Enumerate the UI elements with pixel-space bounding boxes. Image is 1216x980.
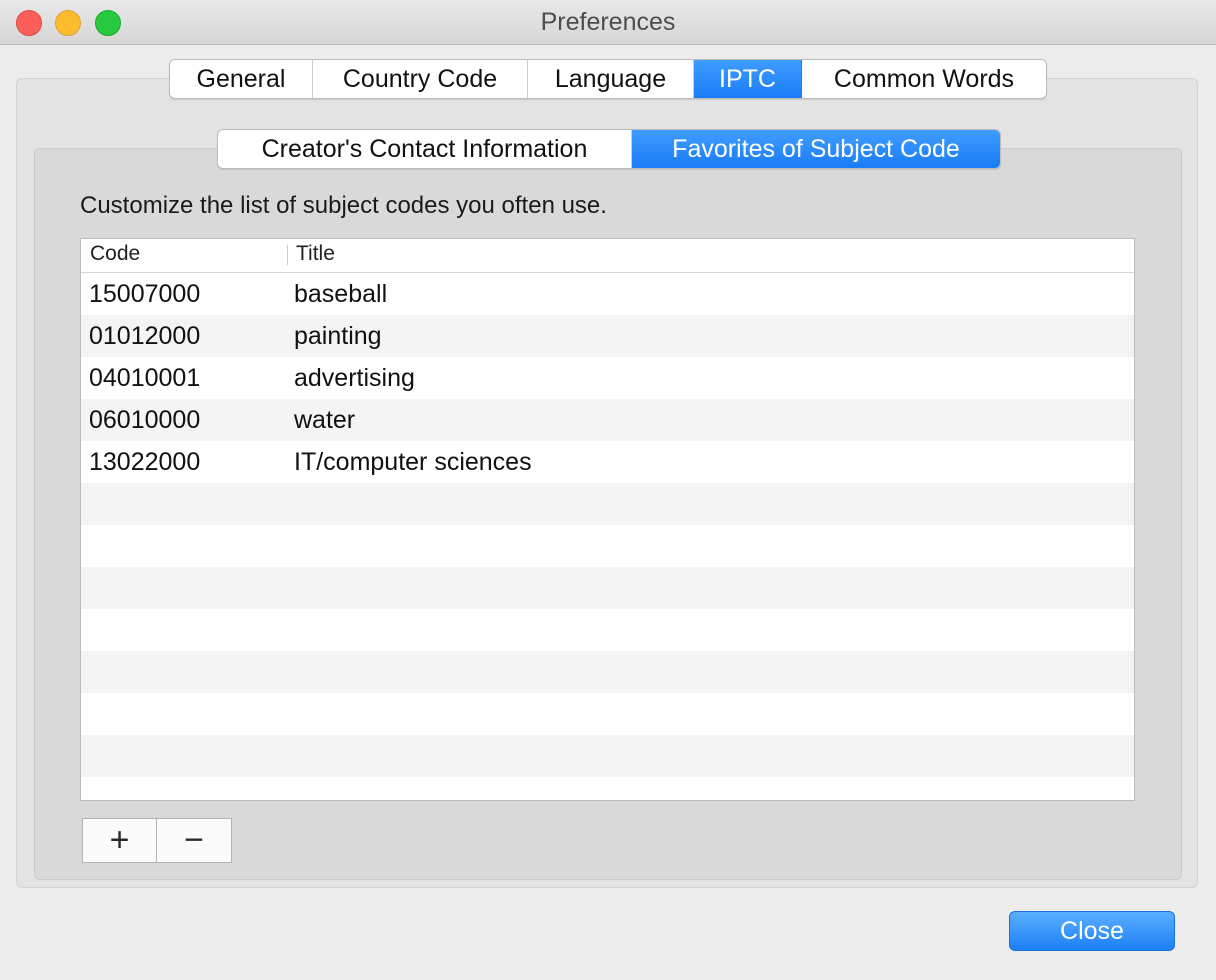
- tab-language[interactable]: Language: [528, 60, 694, 98]
- table-row[interactable]: 13022000 IT/computer sciences: [81, 441, 1134, 483]
- column-divider: [287, 245, 288, 265]
- column-header-title[interactable]: Title: [296, 242, 335, 266]
- table-row[interactable]: 06010000 water: [81, 399, 1134, 441]
- add-remove-control: + −: [82, 818, 232, 863]
- tab-creators-contact-information[interactable]: Creator's Contact Information: [218, 130, 632, 168]
- table-header: Code Title: [81, 239, 1134, 273]
- title-cell: baseball: [294, 280, 388, 308]
- instruction-text: Customize the list of subject codes you …: [80, 192, 607, 219]
- title-cell: IT/computer sciences: [294, 448, 532, 476]
- tab-country-code[interactable]: Country Code: [313, 60, 528, 98]
- empty-row: [81, 483, 1134, 525]
- code-cell: 01012000: [89, 322, 201, 350]
- sub-tab-bar: Creator's Contact Information Favorites …: [217, 129, 1001, 169]
- empty-row: [81, 609, 1134, 651]
- table-row[interactable]: 04010001 advertising: [81, 357, 1134, 399]
- column-header-code[interactable]: Code: [90, 242, 140, 266]
- empty-row: [81, 651, 1134, 693]
- table-row[interactable]: 01012000 painting: [81, 315, 1134, 357]
- code-cell: 06010000: [89, 406, 201, 434]
- table-body: 15007000 baseball 01012000 painting 0401…: [81, 273, 1134, 800]
- tab-general[interactable]: General: [170, 60, 313, 98]
- minus-icon: −: [184, 821, 204, 859]
- title-cell: water: [294, 406, 356, 434]
- empty-row: [81, 735, 1134, 777]
- code-cell: 13022000: [89, 448, 201, 476]
- subject-code-table[interactable]: Code Title 15007000 baseball 01012000 pa…: [80, 238, 1135, 801]
- add-button[interactable]: +: [83, 819, 157, 862]
- title-bar: Preferences: [0, 0, 1216, 45]
- title-cell: advertising: [294, 364, 415, 392]
- empty-row: [81, 567, 1134, 609]
- plus-icon: +: [109, 821, 130, 859]
- title-cell: painting: [294, 322, 382, 350]
- tab-common-words[interactable]: Common Words: [802, 60, 1046, 98]
- window-title: Preferences: [540, 8, 676, 36]
- tab-favorites-of-subject-code[interactable]: Favorites of Subject Code: [632, 130, 1000, 168]
- close-button[interactable]: Close: [1009, 911, 1175, 951]
- top-tab-bar: General Country Code Language IPTC Commo…: [169, 59, 1047, 99]
- remove-button[interactable]: −: [157, 819, 231, 862]
- code-cell: 15007000: [89, 280, 201, 308]
- empty-row: [81, 693, 1134, 735]
- code-cell: 04010001: [89, 364, 201, 392]
- empty-row: [81, 525, 1134, 567]
- empty-row: [81, 777, 1134, 800]
- tab-iptc[interactable]: IPTC: [694, 60, 802, 98]
- table-row[interactable]: 15007000 baseball: [81, 273, 1134, 315]
